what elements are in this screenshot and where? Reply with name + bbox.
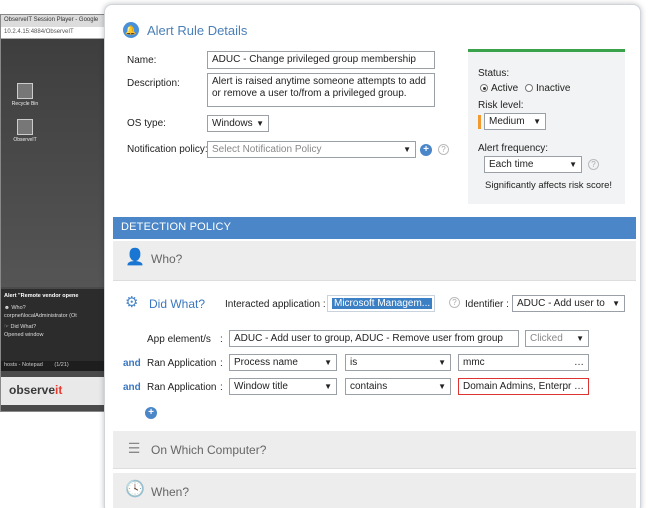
chevron-down-icon: ▼ xyxy=(533,117,541,126)
name-label: Name: xyxy=(127,55,157,66)
and-connector: and xyxy=(123,358,141,369)
risk-score-note: Significantly affects risk score! xyxy=(485,180,613,191)
notification-policy-label: Notification policy: xyxy=(127,144,208,155)
interacted-application-label: Interacted application : xyxy=(225,299,326,310)
risk-level-select[interactable]: Medium ▼ xyxy=(484,113,546,130)
bell-icon: 🔔 xyxy=(123,22,139,38)
page-title: Alert Rule Details xyxy=(147,22,248,38)
help-icon[interactable]: ? xyxy=(449,297,460,308)
risk-color-indicator xyxy=(478,115,481,129)
notification-policy-select[interactable]: Select Notification Policy ▼ xyxy=(207,141,416,158)
condition-value-input[interactable]: Domain Admins, Enterpri… xyxy=(458,378,589,395)
who-section[interactable]: 👤 Who? xyxy=(113,241,636,281)
when-section-title: When? xyxy=(151,485,190,499)
server-icon: ☰ xyxy=(127,440,141,456)
observeit-desktop-icon[interactable]: ObserveIT xyxy=(9,119,41,143)
condition-field-select[interactable]: Process name ▼ xyxy=(229,354,337,371)
who-section-title: Who? xyxy=(151,252,183,266)
app-elements-label: App element/s xyxy=(147,334,211,345)
status-window-name: hosts - Notepad xyxy=(4,362,43,368)
session-player-window: ObserveIT Session Player - Google 10.2.4… xyxy=(0,14,112,412)
status-inactive-radio[interactable]: Inactive xyxy=(525,83,570,94)
detection-policy-header: DETECTION POLICY xyxy=(113,217,636,239)
chevron-down-icon: ▼ xyxy=(438,382,446,391)
action-icon: ☞ xyxy=(4,324,9,330)
add-notification-policy-button[interactable]: + xyxy=(420,144,432,156)
alert-frequency-select[interactable]: Each time ▼ xyxy=(484,156,582,173)
alert-did-value: Opened window xyxy=(4,332,44,338)
condition-operator-select[interactable]: contains ▼ xyxy=(345,378,451,395)
condition-operator-select[interactable]: is ▼ xyxy=(345,354,451,371)
app-elements-input[interactable]: ADUC - Add user to group, ADUC - Remove … xyxy=(229,330,519,347)
observeit-logo: observeit xyxy=(1,377,111,405)
alert-who-label: Who? xyxy=(11,305,26,311)
person-icon: ☻ xyxy=(4,305,10,311)
app-elements-mode-select[interactable]: Clicked ▼ xyxy=(525,330,589,347)
colon-separator: : xyxy=(220,358,223,369)
chevron-down-icon: ▼ xyxy=(612,299,620,308)
risk-level-label: Risk level: xyxy=(478,100,524,111)
colon-separator: : xyxy=(220,334,223,345)
computer-section-title: On Which Computer? xyxy=(151,443,267,457)
recycle-bin-icon[interactable]: Recycle Bin xyxy=(9,83,41,107)
status-panel: Status: Active Inactive Risk level: Medi… xyxy=(468,49,625,204)
alert-title: Alert "Remote vendor opene xyxy=(4,293,79,299)
help-icon[interactable]: ? xyxy=(438,144,449,155)
when-section[interactable]: 🕓 When? xyxy=(113,473,636,508)
chevron-down-icon: ▼ xyxy=(576,334,584,343)
status-label: Status: xyxy=(478,68,510,79)
os-type-label: OS type: xyxy=(127,118,166,129)
chevron-down-icon: ▼ xyxy=(438,358,446,367)
clock-icon: 🕓 xyxy=(125,481,145,498)
identifier-select[interactable]: ADUC - Add user to ▼ xyxy=(512,295,625,312)
status-count: (1/21) xyxy=(54,362,69,368)
name-input[interactable]: ADUC - Change privileged group membershi… xyxy=(207,51,435,69)
radio-empty-icon xyxy=(525,84,533,92)
computer-section[interactable]: ☰ On Which Computer? xyxy=(113,431,636,469)
player-status-bar: hosts - Notepad (1/21) xyxy=(1,361,111,371)
os-type-select[interactable]: Windows ▼ xyxy=(207,115,269,132)
gear-pointer-icon: ⚙ xyxy=(125,294,139,311)
chevron-down-icon: ▼ xyxy=(569,160,577,169)
condition-value-input[interactable]: mmc… xyxy=(458,354,589,371)
colon-separator: : xyxy=(220,382,223,393)
browser-url-bar[interactable]: 10.2.4.15:4884/ObserveIT xyxy=(1,27,111,39)
panel-header: 🔔 Alert Rule Details xyxy=(123,21,247,39)
alert-rule-panel: 🔔 Alert Rule Details Name: ADUC - Change… xyxy=(104,4,641,508)
identifier-label: Identifier : xyxy=(465,299,509,310)
more-icon[interactable]: … xyxy=(572,381,584,392)
alert-did-label: Did What? xyxy=(10,324,37,330)
radio-selected-icon xyxy=(480,84,488,92)
add-condition-button[interactable]: + xyxy=(145,407,157,419)
description-textarea[interactable]: Alert is raised anytime someone attempts… xyxy=(207,73,435,107)
did-what-section-title[interactable]: Did What? xyxy=(149,297,205,311)
and-connector: and xyxy=(123,382,141,393)
chevron-down-icon: ▼ xyxy=(256,119,264,128)
condition-label: Ran Application xyxy=(147,382,217,393)
chevron-down-icon: ▼ xyxy=(324,382,332,391)
alert-details-pane: Alert "Remote vendor opene ☻ Who? corpne… xyxy=(1,289,111,361)
description-label: Description: xyxy=(127,78,180,89)
alert-who-value: corpnet\localAdministrator (Ot xyxy=(4,313,77,319)
interacted-application-value[interactable]: Microsoft Managem... xyxy=(327,295,435,312)
more-icon[interactable]: … xyxy=(574,357,584,368)
remote-desktop: Recycle Bin ObserveIT xyxy=(1,39,111,287)
condition-label: Ran Application xyxy=(147,358,217,369)
alert-frequency-label: Alert frequency: xyxy=(478,143,549,154)
chevron-down-icon: ▼ xyxy=(403,145,411,154)
browser-titlebar: ObserveIT Session Player - Google xyxy=(1,15,111,27)
person-icon: 👤 xyxy=(125,249,145,266)
chevron-down-icon: ▼ xyxy=(324,358,332,367)
status-active-radio[interactable]: Active xyxy=(480,83,518,94)
condition-field-select[interactable]: Window title ▼ xyxy=(229,378,337,395)
help-icon[interactable]: ? xyxy=(588,159,599,170)
